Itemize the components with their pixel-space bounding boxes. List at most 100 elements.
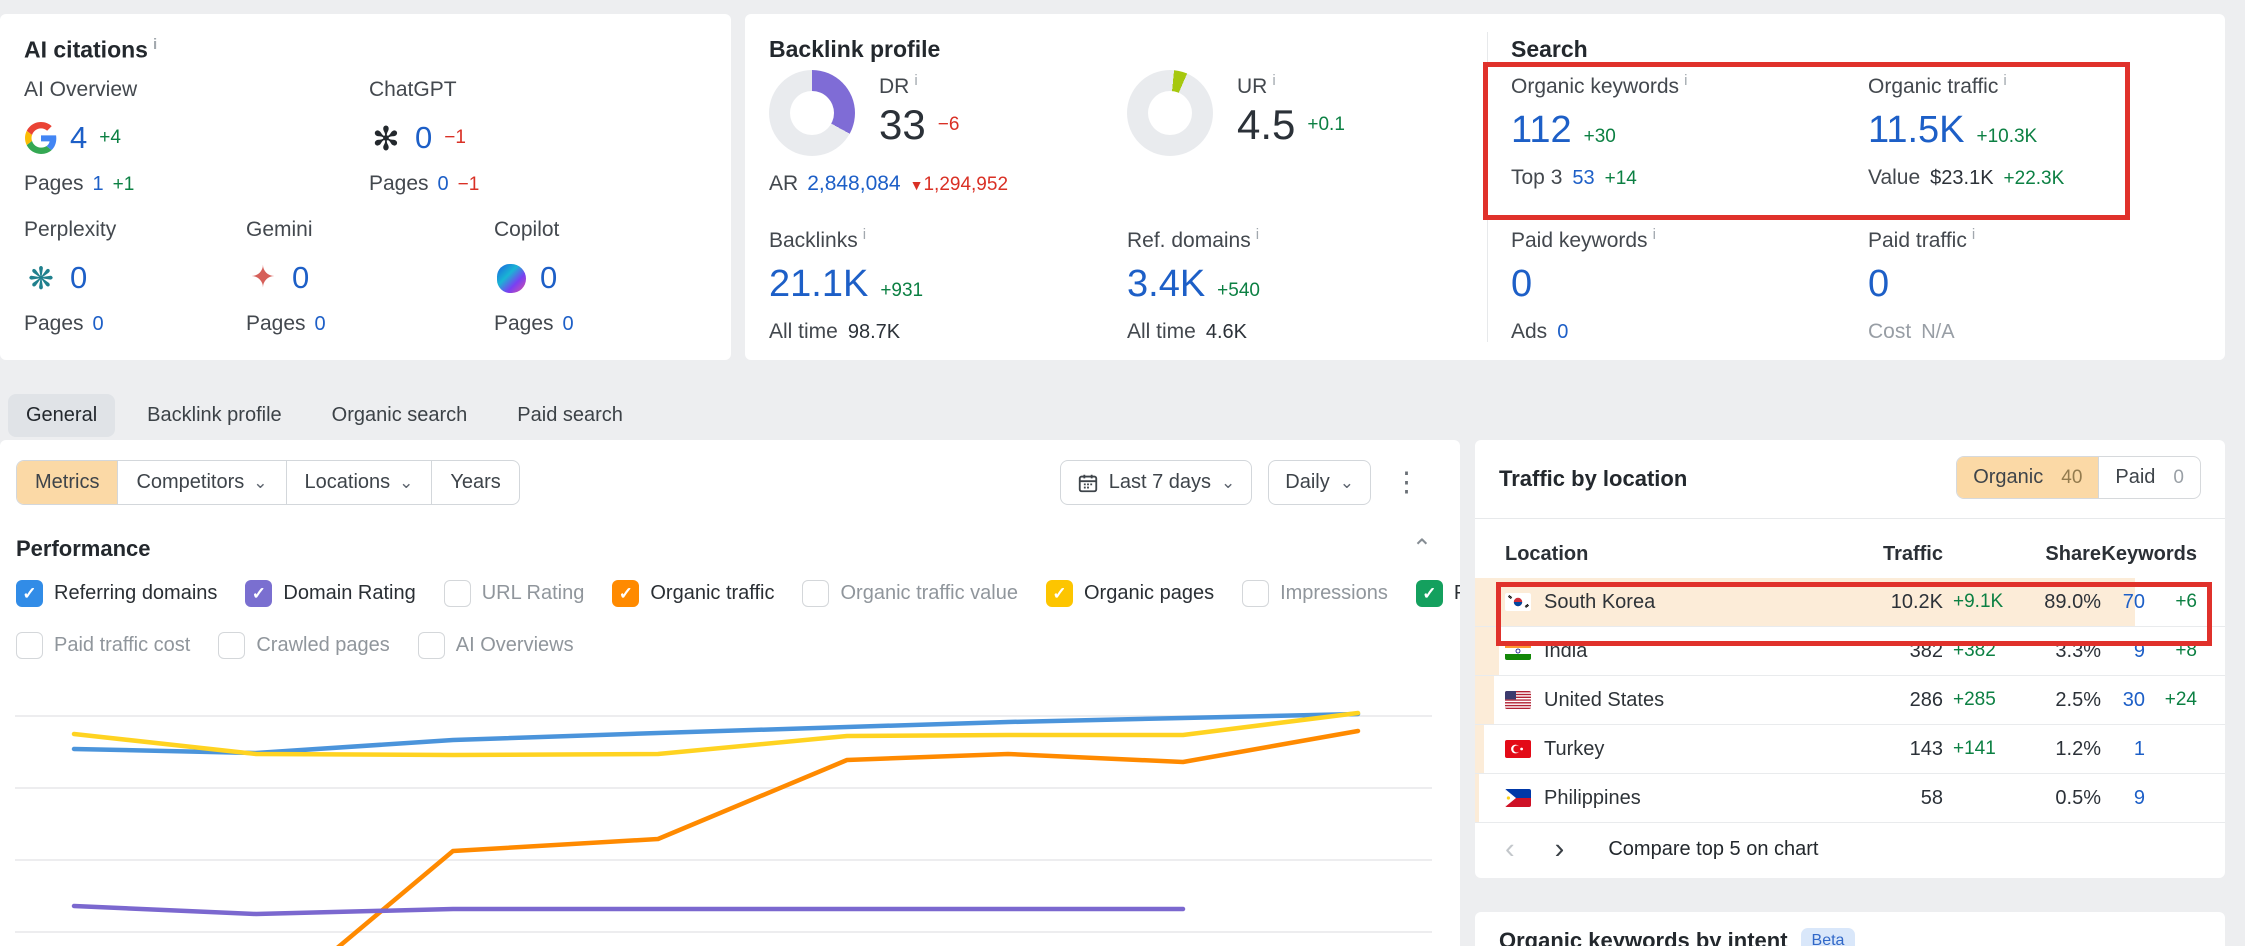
info-icon[interactable]: i <box>863 226 866 243</box>
toggle-organic[interactable]: Organic40 <box>1957 457 2099 498</box>
ar-delta: ▼1,294,952 <box>910 174 1008 196</box>
gemini-icon: ✦ <box>246 261 280 295</box>
tab-paid-search[interactable]: Paid search <box>499 394 641 437</box>
metric-toggle-crawled-pages[interactable]: Crawled pages <box>218 632 389 659</box>
share-value: 0.5% <box>2009 787 2101 810</box>
series-domain-rating <box>74 906 1183 914</box>
share-value: 89.0% <box>2009 591 2101 614</box>
perplexity-icon: ❋ <box>24 261 58 295</box>
tab-backlink-profile[interactable]: Backlink profile <box>129 394 300 437</box>
ai-citations-value[interactable]: 0 <box>292 260 309 296</box>
info-icon[interactable]: i <box>1256 226 1259 243</box>
segment-years[interactable]: Years <box>432 461 518 504</box>
metric-toggle-impressions[interactable]: Impressions <box>1242 580 1388 607</box>
pages-value[interactable]: 0 <box>563 313 574 336</box>
location-row-south-korea[interactable]: South Korea 10.2K+9.1K 89.0% 70+6 <box>1475 578 2225 627</box>
pages-value[interactable]: 0 <box>315 313 326 336</box>
checkbox-icon <box>802 580 829 607</box>
ai-citations-value[interactable]: 0 <box>540 260 557 296</box>
google-icon <box>24 121 58 155</box>
checkbox-icon <box>16 632 43 659</box>
share-bar <box>1475 774 1479 822</box>
location-row-philippines[interactable]: Philippines 58 0.5% 9 <box>1475 774 2225 823</box>
location-table-body: South Korea 10.2K+9.1K 89.0% 70+6 India … <box>1475 578 2225 823</box>
series-organic-traffic <box>256 731 1358 946</box>
keywords-value[interactable]: 70 <box>2101 591 2145 614</box>
ai-citations-value[interactable]: 0 <box>70 260 87 296</box>
metric-toggle-paid-traffic[interactable]: ✓ Paid traffic <box>1416 580 1460 607</box>
backlinks-value[interactable]: 21.1K <box>769 263 868 306</box>
segment-metrics[interactable]: Metrics <box>17 461 118 504</box>
keywords-delta: +8 <box>2145 640 2197 662</box>
keywords-value[interactable]: 1 <box>2101 738 2145 761</box>
info-icon[interactable]: i <box>153 36 157 53</box>
paid-traffic-value[interactable]: 0 <box>1868 263 1889 306</box>
metric-toggle-paid-traffic-cost[interactable]: Paid traffic cost <box>16 632 190 659</box>
flag-icon-in <box>1505 642 1531 660</box>
location-row-india[interactable]: India 382+382 3.3% 9+8 <box>1475 627 2225 676</box>
pages-label: Pages <box>494 312 554 336</box>
pages-value[interactable]: 0 <box>93 313 104 336</box>
share-value: 2.5% <box>2009 689 2101 712</box>
keywords-value[interactable]: 30 <box>2101 689 2145 712</box>
page-next-icon[interactable]: › <box>1555 835 1565 864</box>
performance-title: Performance <box>16 536 151 562</box>
ai-source-label: Copilot <box>494 218 574 242</box>
ar-value[interactable]: 2,848,084 <box>807 172 900 196</box>
toggle-paid[interactable]: Paid0 <box>2099 457 2200 498</box>
paid-keywords-value[interactable]: 0 <box>1511 263 1532 306</box>
traffic-delta: +141 <box>1943 738 2009 760</box>
ai-citations-title: AI citationsi <box>24 36 157 64</box>
pages-value[interactable]: 1 <box>93 173 104 196</box>
ai-citations-value[interactable]: 4 <box>70 120 87 156</box>
location-pager: ‹ › Compare top 5 on chart <box>1505 835 1818 864</box>
organic-traffic-value[interactable]: 11.5K <box>1868 109 1964 152</box>
pages-value[interactable]: 0 <box>438 173 449 196</box>
more-options-kebab-icon[interactable]: ⋮ <box>1387 467 1426 498</box>
ai-source-label: AI Overview <box>24 78 137 102</box>
segment-locations[interactable]: Locations⌄ <box>287 461 433 504</box>
ai-source-label: Perplexity <box>24 218 116 242</box>
col-location: Location <box>1505 543 1848 566</box>
metric-toggle-organic-traffic-value[interactable]: Organic traffic value <box>802 580 1018 607</box>
info-icon[interactable]: i <box>1684 72 1687 89</box>
location-row-united-states[interactable]: United States 286+285 2.5% 30+24 <box>1475 676 2225 725</box>
ai-citations-item: ChatGPT ✻0−1 Pages0−1 <box>369 78 479 196</box>
compare-top5-link[interactable]: Compare top 5 on chart <box>1608 838 1818 861</box>
metric-toggle-organic-traffic[interactable]: ✓ Organic traffic <box>612 580 774 607</box>
ref-domains-value[interactable]: 3.4K <box>1127 263 1205 306</box>
info-icon[interactable]: i <box>1972 226 1975 243</box>
checkbox-icon <box>444 580 471 607</box>
metric-toggle-url-rating[interactable]: URL Rating <box>444 580 585 607</box>
metric-toggle-domain-rating[interactable]: ✓ Domain Rating <box>245 580 415 607</box>
pages-label: Pages <box>24 312 84 336</box>
metric-toggle-organic-pages[interactable]: ✓ Organic pages <box>1046 580 1214 607</box>
performance-line-chart[interactable] <box>0 686 1446 946</box>
tab-organic-search[interactable]: Organic search <box>314 394 486 437</box>
location-name: India <box>1544 640 1587 663</box>
analytics-dashboard: AI citationsi AI Overview 4+4 Pages1+1 C… <box>0 0 2245 946</box>
flag-icon-ph <box>1505 789 1531 807</box>
page-prev-icon[interactable]: ‹ <box>1505 835 1515 864</box>
traffic-value: 58 <box>1848 787 1943 810</box>
info-icon[interactable]: i <box>914 72 917 89</box>
location-name: Philippines <box>1544 787 1641 810</box>
ai-citations-value[interactable]: 0 <box>415 120 432 156</box>
keywords-value[interactable]: 9 <box>2101 640 2145 663</box>
location-name: South Korea <box>1544 591 1655 614</box>
location-row-turkey[interactable]: Turkey 143+141 1.2% 1 <box>1475 725 2225 774</box>
organic-keywords-value[interactable]: 112 <box>1511 109 1572 152</box>
collapse-chevron-icon[interactable]: ⌃ <box>1412 534 1432 563</box>
keywords-by-intent-card: Organic keywords by intent Beta <box>1475 912 2225 946</box>
info-icon[interactable]: i <box>1653 226 1656 243</box>
info-icon[interactable]: i <box>1272 72 1275 89</box>
granularity-button[interactable]: Daily ⌄ <box>1268 460 1371 505</box>
date-range-button[interactable]: Last 7 days ⌄ <box>1060 460 1253 505</box>
metric-toggle-referring-domains[interactable]: ✓ Referring domains <box>16 580 217 607</box>
keywords-value[interactable]: 9 <box>2101 787 2145 810</box>
info-icon[interactable]: i <box>2003 72 2006 89</box>
metric-toggle-ai-overviews[interactable]: AI Overviews <box>418 632 574 659</box>
ai-pages-delta: −1 <box>458 174 480 196</box>
tab-general[interactable]: General <box>8 394 115 437</box>
segment-competitors[interactable]: Competitors⌄ <box>118 461 286 504</box>
